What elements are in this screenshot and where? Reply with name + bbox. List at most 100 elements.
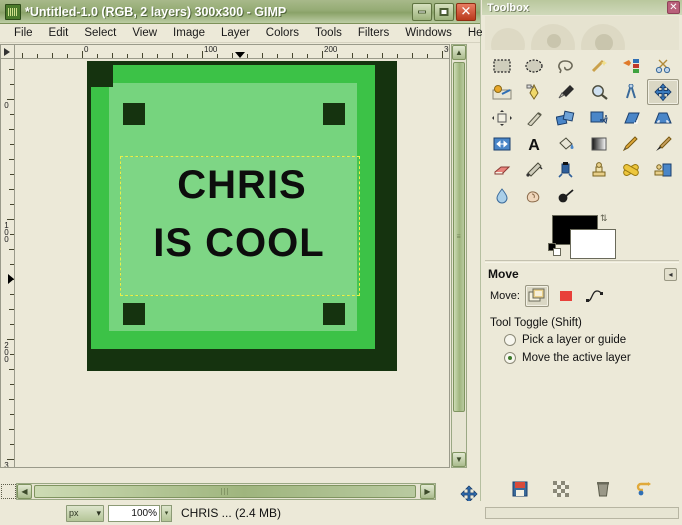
gradient-tool[interactable]: [583, 131, 615, 157]
vruler-position-marker: [8, 274, 14, 284]
menu-select[interactable]: Select: [76, 25, 124, 41]
healing-tool[interactable]: [615, 157, 647, 183]
scroll-up-button[interactable]: ▲: [452, 45, 466, 60]
zoom-tool[interactable]: [583, 79, 615, 105]
airbrush-tool[interactable]: [518, 157, 550, 183]
paths-tool[interactable]: [518, 79, 550, 105]
magnifier-icon: [591, 85, 608, 100]
dodge-burn-icon: [559, 189, 574, 203]
ellipse-select-icon: [525, 59, 543, 73]
menu-tools[interactable]: Tools: [307, 25, 350, 41]
pencil-tool[interactable]: [615, 131, 647, 157]
scissors-select-tool[interactable]: [647, 53, 679, 79]
chevron-left-icon: ◂: [668, 269, 673, 279]
select-by-color-tool[interactable]: [615, 53, 647, 79]
menu-image[interactable]: Image: [165, 25, 213, 41]
close-button[interactable]: ✕: [456, 2, 476, 21]
artwork-square-top-right: [323, 103, 345, 125]
crop-tool[interactable]: [518, 105, 550, 131]
perspective-tool[interactable]: [647, 105, 679, 131]
artwork-square-bottom-left: [123, 303, 145, 325]
maximize-button[interactable]: [434, 2, 454, 21]
horizontal-ruler[interactable]: 0 100 200 3: [15, 44, 450, 59]
hruler-label-200: 200: [324, 45, 338, 54]
zoom-input[interactable]: 100%: [108, 504, 160, 522]
move-mode-label: Move:: [490, 290, 520, 302]
chevron-down-icon: ▾: [96, 507, 101, 518]
ellipse-select-tool[interactable]: [518, 53, 550, 79]
radio-pick-layer-or-guide[interactable]: Pick a layer or guide: [482, 331, 682, 349]
menu-file[interactable]: File: [6, 25, 41, 41]
ruler-menu-button[interactable]: [0, 44, 15, 59]
rect-select-tool[interactable]: [486, 53, 518, 79]
color-picker-tool[interactable]: [550, 79, 582, 105]
window-titlebar: *Untitled-1.0 (RGB, 2 layers) 300x300 - …: [0, 0, 480, 24]
measure-tool[interactable]: [615, 79, 647, 105]
scroll-left-button[interactable]: ◀: [17, 484, 32, 499]
eraser-tool[interactable]: [486, 157, 518, 183]
scroll-down-button[interactable]: ▼: [452, 452, 466, 467]
foreground-select-tool[interactable]: [486, 79, 518, 105]
zoom-spinner[interactable]: ▾: [161, 504, 172, 522]
horizontal-scroll-thumb[interactable]: |||: [34, 485, 416, 498]
toolbox-close-button[interactable]: ✕: [667, 1, 680, 14]
quick-mask-toggle[interactable]: [1, 484, 16, 499]
vertical-scroll-thumb[interactable]: ≡: [453, 62, 465, 412]
move-selection-mode-button[interactable]: [554, 285, 578, 307]
radio-move-active-layer[interactable]: Move the active layer: [482, 349, 682, 367]
background-color-swatch[interactable]: [570, 229, 616, 259]
vruler-label-0: 0: [2, 101, 11, 108]
menu-windows[interactable]: Windows: [397, 25, 460, 41]
free-select-tool[interactable]: [550, 53, 582, 79]
move-tool[interactable]: [646, 79, 679, 105]
collapse-panel-button[interactable]: ◂: [664, 267, 677, 281]
smudge-tool[interactable]: [518, 183, 550, 209]
reset-colors-icon[interactable]: [548, 243, 562, 257]
delete-tool-options-button[interactable]: [594, 480, 612, 498]
bucket-fill-tool[interactable]: [550, 131, 582, 157]
chevron-right-icon: [4, 48, 10, 56]
scroll-right-button[interactable]: ▶: [420, 484, 435, 499]
gimp-wilber-icon: [5, 3, 21, 20]
menu-view[interactable]: View: [124, 25, 165, 41]
hruler-label-300: 300: [444, 45, 449, 54]
fuzzy-select-tool[interactable]: [583, 53, 615, 79]
water-drop-icon: [496, 188, 508, 204]
scale-tool[interactable]: [583, 105, 615, 131]
paintbrush-tool[interactable]: [647, 131, 679, 157]
perspective-clone-tool[interactable]: [647, 157, 679, 183]
dodge-burn-tool[interactable]: [550, 183, 582, 209]
shear-tool[interactable]: [615, 105, 647, 131]
menu-colors[interactable]: Colors: [258, 25, 307, 41]
vertical-ruler[interactable]: 0 100 200: [0, 59, 15, 468]
rotate-tool[interactable]: [550, 105, 582, 131]
text-tool[interactable]: A: [518, 131, 550, 157]
menu-layer[interactable]: Layer: [213, 25, 258, 41]
radio-button[interactable]: [504, 352, 516, 364]
minimize-button[interactable]: [412, 2, 432, 21]
radio-button[interactable]: [504, 334, 516, 346]
horizontal-scrollbar[interactable]: ◀ ||| ▶: [16, 483, 436, 500]
canvas-artwork[interactable]: CHRIS IS COOL: [87, 61, 397, 371]
menu-filters[interactable]: Filters: [350, 25, 397, 41]
vertical-scrollbar[interactable]: ▲ ≡ ▼: [451, 44, 467, 468]
unit-value: px: [69, 508, 79, 518]
reset-tool-options-button[interactable]: [635, 480, 653, 498]
blur-sharpen-tool[interactable]: [486, 183, 518, 209]
image-canvas[interactable]: CHRIS IS COOL: [15, 59, 450, 468]
save-tool-options-button[interactable]: [511, 480, 529, 498]
flip-tool[interactable]: [486, 131, 518, 157]
toolbox-status-area: [485, 507, 679, 519]
clone-tool[interactable]: [583, 157, 615, 183]
unit-dropdown[interactable]: px ▾: [66, 504, 104, 522]
swap-colors-icon[interactable]: ⇅: [600, 213, 608, 224]
ink-tool[interactable]: [550, 157, 582, 183]
menu-edit[interactable]: Edit: [41, 25, 77, 41]
move-path-mode-button[interactable]: [583, 285, 607, 307]
align-tool[interactable]: [486, 105, 518, 131]
restore-tool-options-button[interactable]: [552, 480, 570, 498]
svg-text:A: A: [528, 137, 540, 152]
airbrush-icon: [526, 162, 543, 177]
hruler-label-0: 0: [84, 45, 89, 54]
move-layer-mode-button[interactable]: [524, 285, 549, 307]
